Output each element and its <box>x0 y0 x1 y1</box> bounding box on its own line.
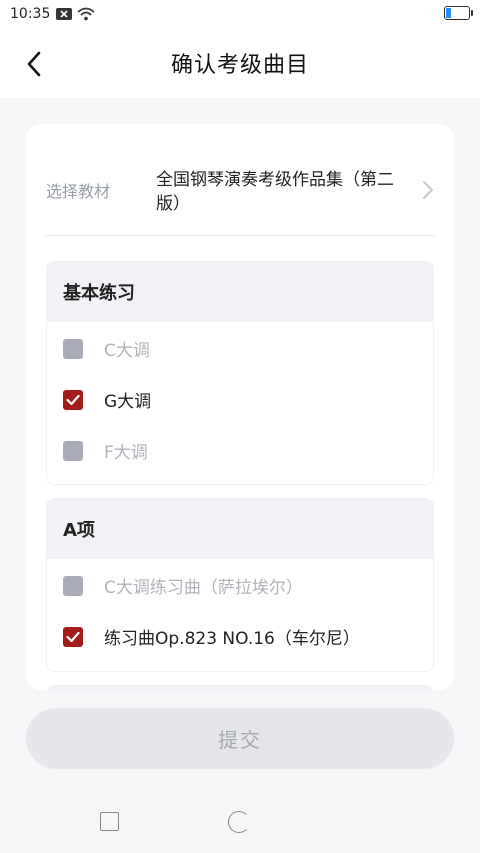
checkbox[interactable] <box>63 575 83 596</box>
textbook-selector[interactable]: 选择教材 全国钢琴演奏考级作品集（第二版） <box>46 156 434 236</box>
back-button[interactable] <box>20 50 48 78</box>
option-c-major[interactable]: C大调 <box>47 323 433 374</box>
home-icon[interactable] <box>228 811 250 833</box>
notification-x-icon <box>56 8 73 20</box>
option-label: G大调 <box>104 392 152 412</box>
section-title: 基本练习 <box>47 262 433 322</box>
textbook-label: 选择教材 <box>46 182 111 201</box>
status-bar: 10:35 <box>0 0 480 28</box>
option-g-major[interactable]: G大调 <box>47 374 433 425</box>
battery-level <box>446 8 451 18</box>
option-c-major-etude[interactable]: C大调练习曲（萨拉埃尔） <box>47 560 433 611</box>
textbook-value: 全国钢琴演奏考级作品集（第二版） <box>156 170 394 214</box>
checkbox-checked[interactable] <box>63 389 83 410</box>
section-title: A项 <box>47 499 433 559</box>
checkbox[interactable] <box>63 440 83 461</box>
submit-button[interactable]: 提交 <box>26 708 454 769</box>
option-f-major[interactable]: F大调 <box>47 425 433 476</box>
checkbox-checked[interactable] <box>63 626 83 647</box>
header: 确认考级曲目 <box>0 28 480 98</box>
page-title: 确认考级曲目 <box>170 53 309 78</box>
option-czerny-etude[interactable]: 练习曲Op.823 NO.16（车尔尼） <box>47 611 433 662</box>
checkmark-icon <box>66 394 80 405</box>
chevron-left-icon <box>27 51 41 77</box>
option-label: C大调 <box>104 341 150 361</box>
section-header-partial <box>47 686 433 690</box>
option-label: C大调练习曲（萨拉埃尔） <box>104 578 303 598</box>
section-basic-practice: 基本练习 C大调 G大调 F大调 <box>46 261 434 485</box>
section-a: A项 C大调练习曲（萨拉埃尔） 练习曲Op.823 NO.16（车尔尼） <box>46 498 434 672</box>
option-label: F大调 <box>104 443 148 463</box>
repertoire-card: 选择教材 全国钢琴演奏考级作品集（第二版） 基本练习 C大调 G大调 F大调 A… <box>26 124 454 690</box>
section-next <box>46 685 434 690</box>
checkmark-icon <box>66 631 80 642</box>
status-time: 10:35 <box>10 6 51 22</box>
wifi-icon <box>77 7 95 21</box>
system-nav-bar <box>0 790 480 853</box>
option-label: 练习曲Op.823 NO.16（车尔尼） <box>104 629 360 649</box>
chevron-right-icon <box>423 181 433 199</box>
checkbox[interactable] <box>63 338 83 359</box>
battery-icon <box>444 6 473 20</box>
recent-apps-icon[interactable] <box>100 812 119 831</box>
